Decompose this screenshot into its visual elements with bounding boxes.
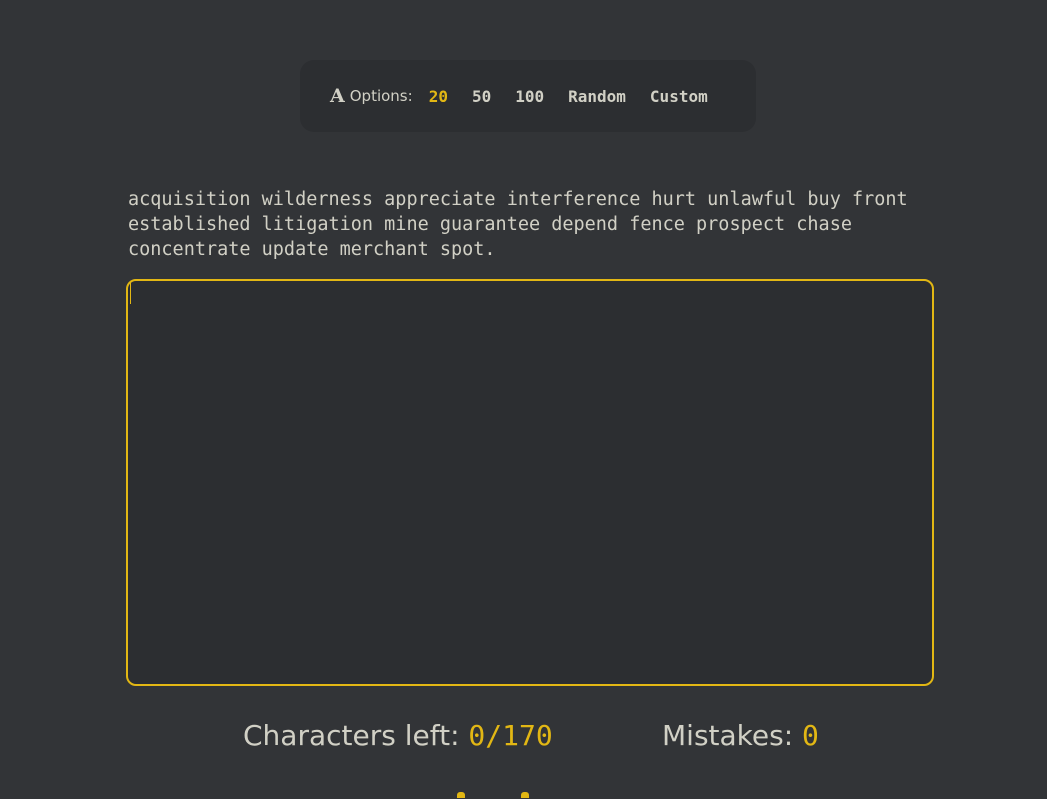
- options-label: Options:: [349, 87, 413, 105]
- characters-left-stat: Characters left: 0/170: [243, 716, 553, 756]
- characters-left-value: 0/170: [468, 719, 553, 752]
- option-20-button[interactable]: 20: [429, 87, 448, 106]
- characters-left-label: Characters left:: [243, 719, 460, 752]
- mistakes-value: 0: [802, 719, 819, 752]
- font-icon[interactable]: A: [330, 86, 345, 106]
- mistakes-stat: Mistakes: 0: [662, 716, 819, 756]
- option-100-button[interactable]: 100: [515, 87, 544, 106]
- text-caret: [130, 282, 131, 304]
- prompt-text: acquisition wilderness appreciate interf…: [128, 189, 908, 260]
- cut-off-glyph: [521, 792, 529, 798]
- typing-input[interactable]: [126, 279, 934, 686]
- typing-test-app: A Options: 20 50 100 Random Custom acqui…: [0, 0, 1047, 799]
- cut-off-content: [455, 786, 535, 799]
- option-random-button[interactable]: Random: [568, 87, 626, 106]
- cut-off-glyph: [457, 792, 465, 798]
- option-custom-button[interactable]: Custom: [650, 87, 708, 106]
- options-bar: A Options: 20 50 100 Random Custom: [300, 60, 756, 132]
- mistakes-label: Mistakes:: [662, 719, 794, 752]
- option-50-button[interactable]: 50: [472, 87, 491, 106]
